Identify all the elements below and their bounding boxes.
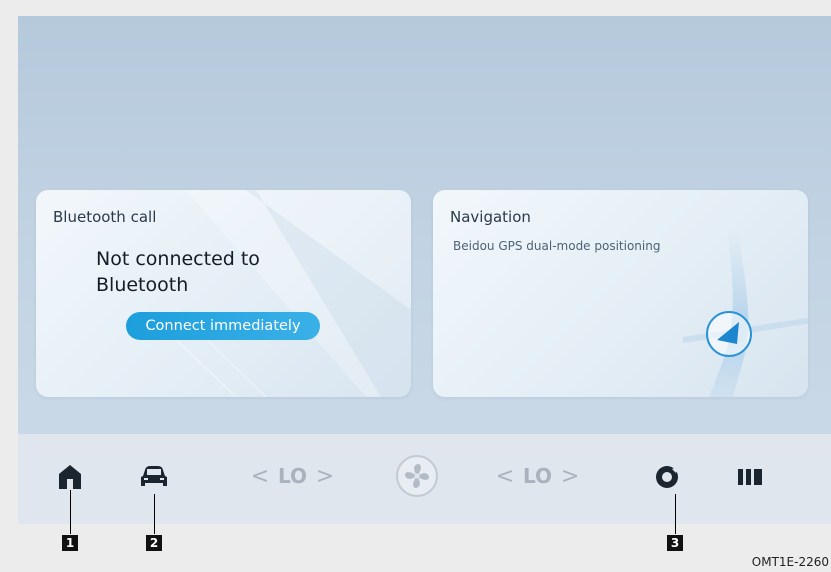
left-temp-value: LO (278, 464, 308, 488)
settings-dial-icon (656, 466, 678, 488)
vehicle-button[interactable] (137, 460, 171, 494)
fan-icon (396, 455, 438, 497)
fan-button[interactable] (395, 454, 439, 498)
reference-code: OMT1E-2260 (751, 555, 829, 569)
callout-2: 2 (146, 535, 162, 551)
right-temp-decrease[interactable]: < (493, 464, 517, 489)
home-button[interactable] (53, 460, 87, 494)
bottom-dock: < LO > < LO > (18, 434, 831, 524)
home-icon (59, 465, 81, 489)
apps-button[interactable] (734, 461, 766, 493)
left-temperature-control: < LO > (248, 460, 337, 492)
right-temperature-control: < LO > (493, 460, 582, 492)
left-temp-increase[interactable]: > (313, 464, 337, 489)
navigation-card-title: Navigation (450, 208, 531, 226)
right-temp-value: LO (523, 464, 553, 488)
left-temp-decrease[interactable]: < (248, 464, 272, 489)
infotainment-screen: Bluetooth call Not connected to Bluetoot… (18, 16, 831, 524)
callout-3-line (675, 494, 676, 534)
navigation-arrow-icon (706, 311, 752, 357)
bluetooth-card-title: Bluetooth call (53, 208, 157, 226)
bluetooth-status-text: Not connected to Bluetooth (96, 248, 260, 296)
right-temp-increase[interactable]: > (558, 464, 582, 489)
car-icon (141, 466, 167, 486)
connect-immediately-button[interactable]: Connect immediately (126, 312, 320, 340)
dial-button[interactable] (651, 461, 683, 493)
apps-icon (738, 469, 762, 485)
callout-1-line (70, 490, 71, 534)
callout-1: 1 (62, 535, 78, 551)
navigation-card[interactable]: Navigation Beidou GPS dual-mode position… (433, 190, 808, 397)
callout-3: 3 (667, 535, 683, 551)
bluetooth-call-card[interactable]: Bluetooth call Not connected to Bluetoot… (36, 190, 411, 397)
callout-2-line (154, 494, 155, 534)
navigation-card-subtitle: Beidou GPS dual-mode positioning (453, 239, 661, 253)
